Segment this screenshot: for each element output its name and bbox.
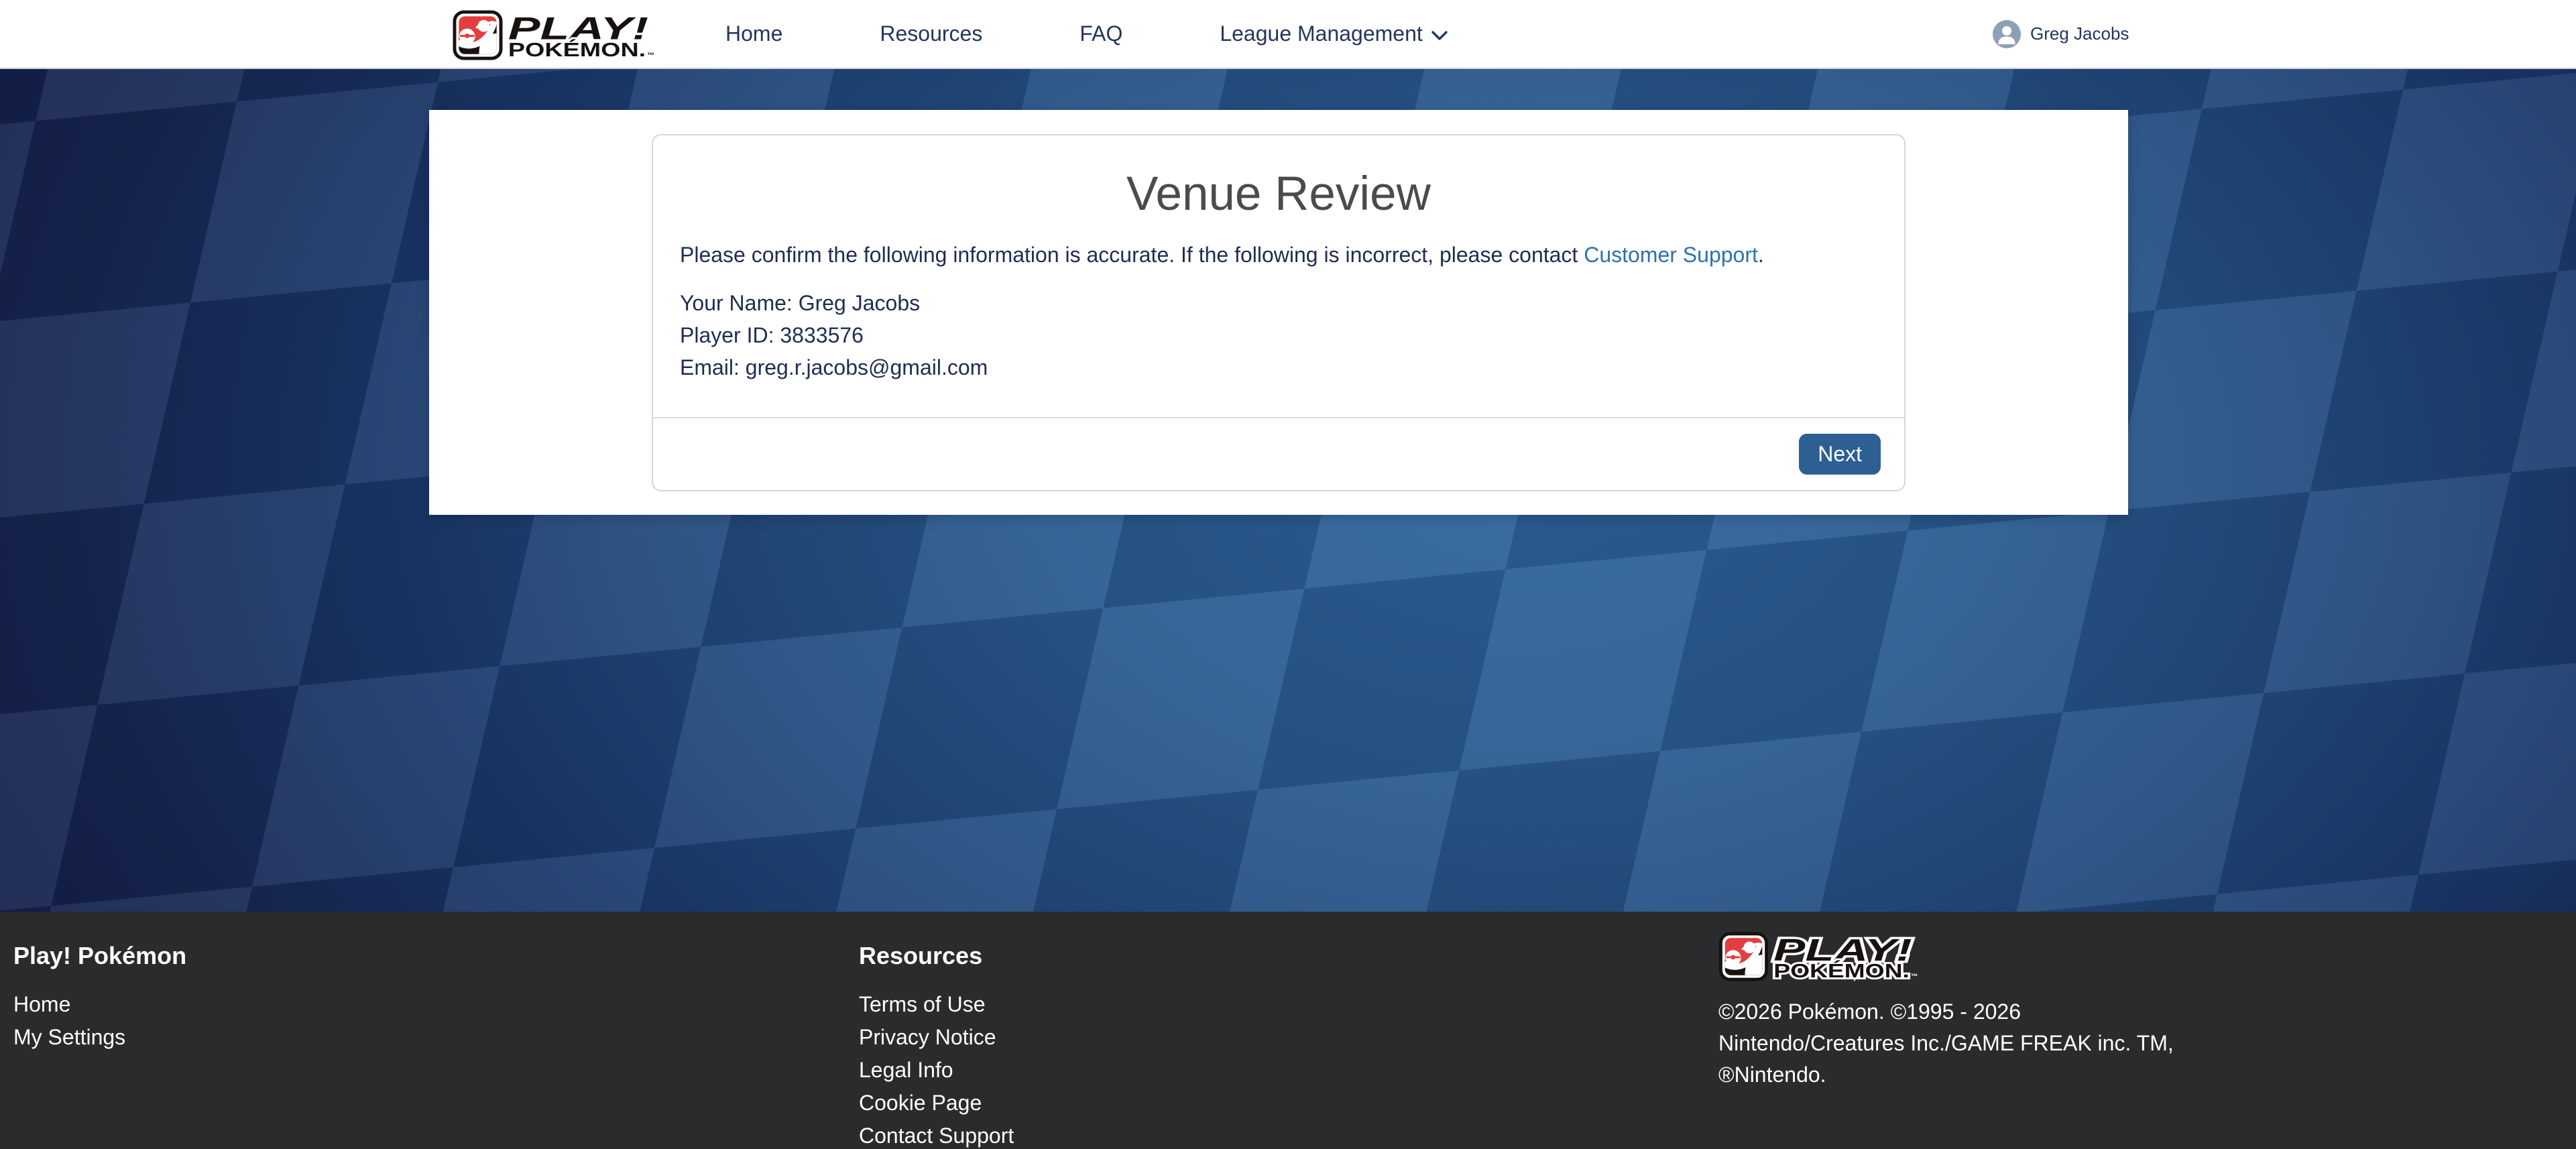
confirmation-instructions: Please confirm the following information… [680,241,1877,269]
nav-item-league-management[interactable]: League Management [1220,21,1448,46]
player-info: Your Name: Greg Jacobs Player ID: 383357… [680,287,1877,383]
venue-review-card-footer: Next [653,417,1904,490]
footer-column-resources: Resources Terms of Use Privacy Notice Le… [859,912,1718,1149]
next-button[interactable]: Next [1799,434,1881,475]
footer-play-pokemon-logo-icon: PLAY! POKÉMON. ™ [1718,932,1918,981]
nav-item-home[interactable]: Home [725,21,782,46]
primary-navigation: Home Resources FAQ League Management [725,0,1448,68]
footer-link-legal-info[interactable]: Legal Info [859,1054,953,1087]
footer-column-play-pokemon: Play! Pokémon Home My Settings [0,912,859,1054]
footer-heading-play-pokemon: Play! Pokémon [13,941,859,971]
nav-item-resources[interactable]: Resources [880,21,982,46]
play-pokemon-logo[interactable]: PLAY! POKÉMON. ™ [453,10,654,60]
player-id-line: Player ID: 3833576 [680,323,864,347]
footer-link-privacy-notice[interactable]: Privacy Notice [859,1021,996,1054]
page: PLAY! POKÉMON. ™ Home Resources FAQ Leag… [0,0,2576,1149]
user-name: Greg Jacobs [2030,23,2129,44]
your-name-line: Your Name: Greg Jacobs [680,291,920,315]
instructions-text: Please confirm the following information… [680,243,1584,267]
user-avatar-icon [1993,20,2021,48]
customer-support-link[interactable]: Customer Support [1584,243,1758,267]
footer-link-cookie-page[interactable]: Cookie Page [859,1087,982,1120]
instructions-period: . [1758,243,1764,267]
svg-text:™: ™ [647,52,654,60]
footer-heading-resources: Resources [859,941,1718,971]
page-title: Venue Review [680,165,1877,225]
background-pattern: Venue Review Please confirm the followin… [0,69,2576,912]
footer-link-home[interactable]: Home [13,988,70,1021]
footer-link-terms-of-use[interactable]: Terms of Use [859,988,985,1021]
footer: Play! Pokémon Home My Settings Resources… [0,912,2576,1149]
footer-link-contact-support[interactable]: Contact Support [859,1120,1014,1149]
svg-text:POKÉMON.: POKÉMON. [508,38,646,60]
chevron-down-icon [1431,30,1448,41]
svg-text:™: ™ [1911,973,1918,981]
svg-text:POKÉMON.: POKÉMON. [1773,960,1910,981]
nav-item-faq[interactable]: FAQ [1079,21,1122,46]
venue-review-card: Venue Review Please confirm the followin… [652,134,1906,491]
copyright-text: ©2026 Pokémon. ©1995 - 2026 Nintendo/Cre… [1718,996,2188,1091]
footer-column-legal: PLAY! POKÉMON. ™ ©2026 Pokémon. ©1995 - … [1718,912,2576,1091]
nav-item-league-management-label: League Management [1220,21,1422,46]
play-pokemon-logo-icon: PLAY! POKÉMON. ™ [453,10,654,60]
content-wrapper: Venue Review Please confirm the followin… [429,110,2128,515]
footer-link-my-settings[interactable]: My Settings [13,1021,125,1054]
email-line: Email: greg.r.jacobs@gmail.com [680,355,988,379]
top-nav: PLAY! POKÉMON. ™ Home Resources FAQ Leag… [0,0,2576,69]
user-menu[interactable]: Greg Jacobs [1993,0,2129,68]
venue-review-card-body: Venue Review Please confirm the followin… [653,135,1904,417]
